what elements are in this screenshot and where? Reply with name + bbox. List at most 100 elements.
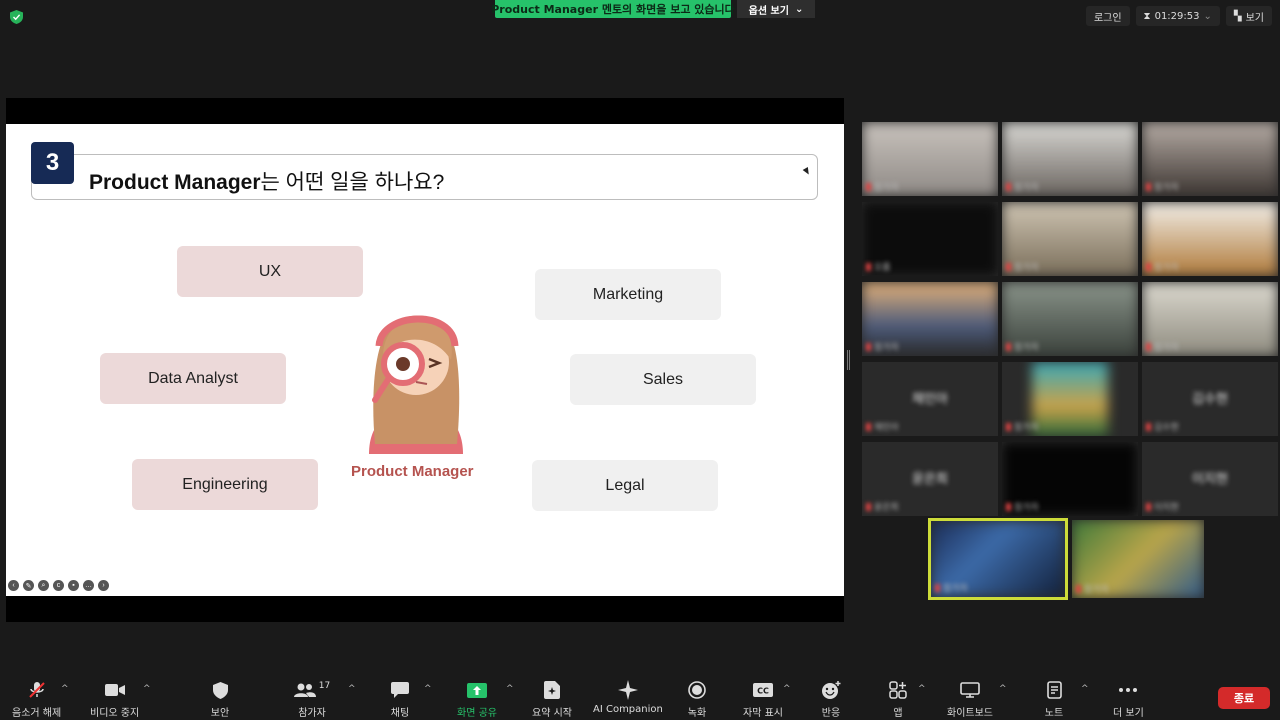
view-options-label: 옵션 보기	[748, 5, 789, 17]
role-pill-legal: Legal	[532, 460, 718, 511]
share-screen-icon	[466, 680, 488, 700]
role-pill-engineering: Engineering	[132, 459, 318, 510]
more-label: 더 보기	[1113, 708, 1144, 719]
prev-slide-icon[interactable]: ‹	[8, 580, 19, 591]
layout-grid-icon: ▚	[1233, 10, 1242, 22]
chevron-up-icon[interactable]: ^	[61, 684, 69, 694]
camera-icon[interactable]: ▪	[68, 580, 79, 591]
video-tile[interactable]: 참가자	[1002, 122, 1138, 196]
participant-name: 참가자	[1146, 260, 1179, 273]
participant-name: 참가자	[1006, 500, 1039, 513]
notes-button[interactable]: 노트	[1043, 680, 1065, 719]
muted-microphone-icon	[26, 680, 48, 700]
video-tile[interactable]: 참가자	[1072, 520, 1204, 598]
sparkle-icon	[617, 680, 639, 700]
participant-name: 참가자	[866, 340, 899, 353]
video-tile[interactable]: 이지현 이지현	[1142, 442, 1278, 516]
shield-icon	[209, 680, 231, 700]
svg-text:CC: CC	[757, 687, 769, 696]
video-tile[interactable]: 참가자	[1142, 202, 1278, 276]
slide-title-bold: Product Manager	[89, 171, 261, 194]
video-tile[interactable]: 참가자	[1002, 282, 1138, 356]
start-summary-button[interactable]: 요약 시작	[532, 680, 572, 719]
zoom-icon[interactable]: ⌕	[38, 580, 49, 591]
pen-icon[interactable]: ✎	[23, 580, 34, 591]
unmute-label: 음소거 해제	[12, 708, 62, 719]
participant-name: 윤은희	[866, 500, 899, 513]
share-screen-button[interactable]: 화면 공유	[457, 680, 497, 719]
shared-screen: 3 Product Manager는 어떤 일을 하나요? UX Data An…	[6, 98, 844, 622]
participant-name: 참가자	[866, 180, 899, 193]
record-icon	[686, 680, 708, 700]
view-options-button[interactable]: 옵션 보기 ⌄	[737, 0, 815, 18]
video-tile[interactable]: 참가자	[1142, 282, 1278, 356]
chat-button[interactable]: 채팅	[389, 680, 411, 719]
video-tile[interactable]: 참가자	[1002, 362, 1138, 436]
security-shield-icon[interactable]	[10, 10, 23, 24]
record-button[interactable]: 녹화	[686, 680, 708, 719]
participant-display-name: 채민아	[912, 392, 948, 407]
participant-name: 채민아	[866, 420, 899, 433]
participant-name: 참가자	[1006, 260, 1039, 273]
login-button[interactable]: 로그인	[1085, 6, 1130, 26]
chevron-up-icon[interactable]: ^	[783, 684, 791, 694]
video-tile[interactable]: 채민아 채민아	[862, 362, 998, 436]
show-captions-label: 자막 표시	[743, 708, 783, 719]
slide-title-rest: 는 어떤 일을 하나요?	[260, 171, 445, 194]
chevron-up-icon[interactable]: ^	[1081, 684, 1089, 694]
chevron-up-icon[interactable]: ^	[424, 684, 432, 694]
end-meeting-button[interactable]: 종료	[1218, 687, 1270, 709]
participants-button[interactable]: 17 참가자	[292, 680, 332, 719]
participant-name: 오름	[866, 260, 891, 273]
slide-number-badge: 3	[31, 142, 74, 184]
role-pill-data-analyst: Data Analyst	[100, 353, 286, 404]
chevron-up-icon[interactable]: ^	[506, 684, 514, 694]
apps-icon	[887, 680, 909, 700]
notes-icon	[1043, 680, 1065, 700]
unmute-button[interactable]: 음소거 해제	[12, 680, 61, 719]
login-label: 로그인	[1093, 12, 1122, 24]
chat-bubble-icon	[389, 680, 411, 700]
chevron-up-icon[interactable]: ^	[143, 684, 151, 694]
next-slide-icon[interactable]: ›	[98, 580, 109, 591]
video-tile[interactable]: 참가자	[1002, 202, 1138, 276]
participant-name: 참가자	[935, 581, 968, 594]
more-dots-icon	[1117, 680, 1139, 700]
chevron-up-icon[interactable]: ^	[999, 684, 1007, 694]
role-pill-ux: UX	[177, 246, 363, 297]
whiteboard-icon	[959, 680, 981, 700]
video-tile[interactable]: 김수현 김수현	[1142, 362, 1278, 436]
video-tile[interactable]: 윤은희 윤은희	[862, 442, 998, 516]
chevron-up-icon[interactable]: ^	[918, 684, 926, 694]
whiteboard-button[interactable]: 화이트보드	[947, 680, 993, 719]
show-captions-button[interactable]: CC 자막 표시	[743, 680, 783, 719]
ai-companion-button[interactable]: AI Companion	[593, 680, 663, 715]
reactions-button[interactable]: 반응	[820, 680, 842, 719]
notes-label: 노트	[1044, 708, 1064, 719]
video-tile[interactable]: 참가자	[862, 282, 998, 356]
active-speaker-tile[interactable]: 참가자	[928, 518, 1068, 600]
view-layout-button[interactable]: ▚ 보기	[1225, 6, 1272, 26]
stop-video-button[interactable]: 비디오 중지	[90, 680, 139, 719]
apps-button[interactable]: 앱	[887, 680, 909, 719]
more-button[interactable]: 더 보기	[1113, 680, 1144, 719]
caption-icon[interactable]: c	[53, 580, 64, 591]
video-tile[interactable]: 참가자	[1002, 442, 1138, 516]
participant-name: 이지현	[1146, 500, 1179, 513]
video-camera-icon	[104, 680, 126, 700]
participant-display-name: 이지현	[1192, 472, 1228, 487]
view-label: 보기	[1245, 12, 1264, 24]
more-icon[interactable]: …	[83, 580, 94, 591]
video-tile[interactable]: 참가자	[862, 122, 998, 196]
panel-splitter[interactable]	[847, 350, 850, 370]
meeting-timer[interactable]: ⧗ 01:29:53 ⌄	[1135, 6, 1220, 26]
timer-value: 01:29:53	[1154, 10, 1200, 22]
security-button[interactable]: 보안	[209, 680, 231, 719]
role-pill-marketing: Marketing	[535, 269, 721, 320]
meeting-toolbar: 음소거 해제 ^ 비디오 중지 ^ 보안 17 참가자 ^ 채팅 ^ 화면 공유…	[0, 672, 1280, 720]
chevron-up-icon[interactable]: ^	[348, 684, 356, 694]
video-tile[interactable]: 참가자	[1142, 122, 1278, 196]
role-pill-sales: Sales	[570, 354, 756, 405]
video-tile[interactable]: 오름	[862, 202, 998, 276]
product-manager-label: Product Manager	[351, 463, 474, 480]
